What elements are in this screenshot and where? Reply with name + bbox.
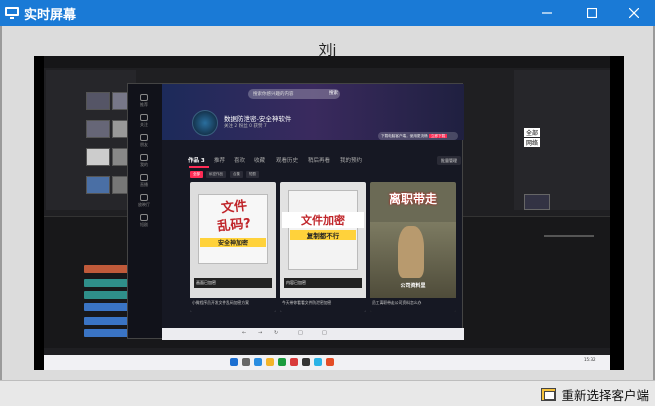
download-promo[interactable]: 下载电脑客户端，使用更流畅 立即下载 <box>378 132 458 140</box>
close-icon <box>629 8 639 18</box>
video-app-window: 推荐 关注 朋友 我的 直播 放映厅 短剧 搜索你感兴趣的内容 搜索 数据防泄密… <box>127 83 464 340</box>
minimize-icon <box>542 12 552 14</box>
search-button[interactable]: 搜索 <box>329 90 338 96</box>
video-card[interactable]: 离职带走 公司资料里 员工离职带走公司资料怎么办 <box>370 182 456 312</box>
app-icon[interactable] <box>314 358 322 366</box>
app-icon[interactable] <box>278 358 286 366</box>
active-tab-underline <box>189 166 209 168</box>
tab-reservations[interactable]: 我的预约 <box>340 156 362 164</box>
remote-screen[interactable]: 全部 网络 推荐 关注 朋友 我的 直播 放映厅 短剧 搜索你感兴趣的内容 搜索… <box>34 56 624 370</box>
properties-panel: 全部 网络 <box>514 70 610 210</box>
right-panel-label-2: 网络 <box>524 138 541 147</box>
card-subtitle: 公司资料里 <box>400 283 426 289</box>
window-title: 实时屏幕 <box>24 7 77 23</box>
footer-bar: 重新选择客户端 <box>0 380 655 406</box>
tab-recommend[interactable]: 推荐 <box>214 156 225 164</box>
app-bottom-bar: ← → ↻ □ □ <box>162 328 464 340</box>
card-cover-tag: 内容已加密 <box>284 278 362 288</box>
tab-likes[interactable]: 喜欢 <box>234 156 245 164</box>
search-icon[interactable] <box>242 358 250 366</box>
app-icon[interactable] <box>326 358 334 366</box>
card-headline: 文件加密 <box>282 212 364 228</box>
video-card[interactable]: 文件加密 复制都不行 内容已加密 今天带你看看文件防泄密加密 <box>280 182 366 312</box>
sidebar-item-recommend[interactable]: 推荐 <box>137 94 151 108</box>
search-input[interactable]: 搜索你感兴趣的内容 搜索 <box>248 89 340 99</box>
minimize-button[interactable] <box>525 0 569 26</box>
card-caption: 员工离职带走公司资料怎么办 <box>370 298 456 312</box>
viewer-area: 刘j 全部 网络 推荐 关注 朋友 我的 直播 放映厅 短剧 搜索你感兴趣的内容… <box>0 26 655 380</box>
sidebar-item-live[interactable]: 直播 <box>137 174 151 188</box>
channel-name: 数据防泄密-安全神软件 <box>224 115 292 123</box>
card-cover-tag: 画面已加密 <box>194 278 272 288</box>
profile-tabs: 作品 3 推荐 喜欢 收藏 观看历史 稍后再看 我的预约 批量管理 <box>162 154 464 168</box>
tab-favorites[interactable]: 收藏 <box>254 156 265 164</box>
card-subtitle: 安全神加密 <box>200 238 266 247</box>
channel-stats: 关注 2 粉丝 0 获赞 7 <box>224 124 267 129</box>
card-caption: 小微程序员开发文件乱码加密方案 <box>190 298 276 312</box>
sidebar-item-theater[interactable]: 放映厅 <box>137 194 151 208</box>
download-button[interactable]: 立即下载 <box>428 134 448 138</box>
filter-collection[interactable]: 合集 <box>230 171 243 178</box>
start-icon[interactable] <box>230 358 238 366</box>
batch-manage-button[interactable]: 批量管理 <box>437 156 461 165</box>
avatar <box>192 110 218 136</box>
app-icon[interactable] <box>290 358 298 366</box>
sidebar-item-drama[interactable]: 短剧 <box>137 214 151 228</box>
profile-header: 搜索你感兴趣的内容 搜索 数据防泄密-安全神软件 关注 2 粉丝 0 获赞 7 … <box>162 84 464 140</box>
video-card[interactable]: 文件 乱码? 安全神加密 画面已加密 小微程序员开发文件乱码加密方案 <box>190 182 276 312</box>
card-caption: 今天带你看看文件防泄密加密 <box>280 298 366 312</box>
editor-topbar <box>44 56 610 68</box>
tab-works[interactable]: 作品 3 <box>188 156 205 164</box>
tray-clock: 15:32 <box>584 357 596 362</box>
monitor-icon <box>5 7 19 19</box>
card-headline: 离职带走 <box>388 192 437 206</box>
browser-icon[interactable] <box>254 358 262 366</box>
right-panel-label-1: 全部 <box>524 128 541 137</box>
media-panel <box>46 70 136 210</box>
tab-watch-later[interactable]: 稍后再看 <box>308 156 330 164</box>
screen-icon <box>541 388 557 401</box>
app-icon[interactable] <box>302 358 310 366</box>
reselect-client-button[interactable]: 重新选择客户端 <box>541 385 649 404</box>
app-sidebar: 推荐 关注 朋友 我的 直播 放映厅 短剧 <box>128 84 162 338</box>
filter-drama[interactable]: 短剧 <box>246 171 259 178</box>
taskbar: 15:32 <box>44 355 610 370</box>
maximize-button[interactable] <box>570 0 614 26</box>
card-subtitle: 复制都不行 <box>290 230 356 240</box>
close-button[interactable] <box>612 0 655 26</box>
folder-icon[interactable] <box>266 358 274 366</box>
sidebar-item-follow[interactable]: 关注 <box>137 114 151 128</box>
reselect-client-label: 重新选择客户端 <box>561 388 649 403</box>
maximize-icon <box>587 8 597 18</box>
tab-history[interactable]: 观看历史 <box>276 156 298 164</box>
sidebar-item-friends[interactable]: 朋友 <box>137 134 151 148</box>
filter-private[interactable]: 私密作品 <box>206 171 226 178</box>
sidebar-item-mine[interactable]: 我的 <box>137 154 151 168</box>
filter-all[interactable]: 全部 <box>190 171 203 178</box>
